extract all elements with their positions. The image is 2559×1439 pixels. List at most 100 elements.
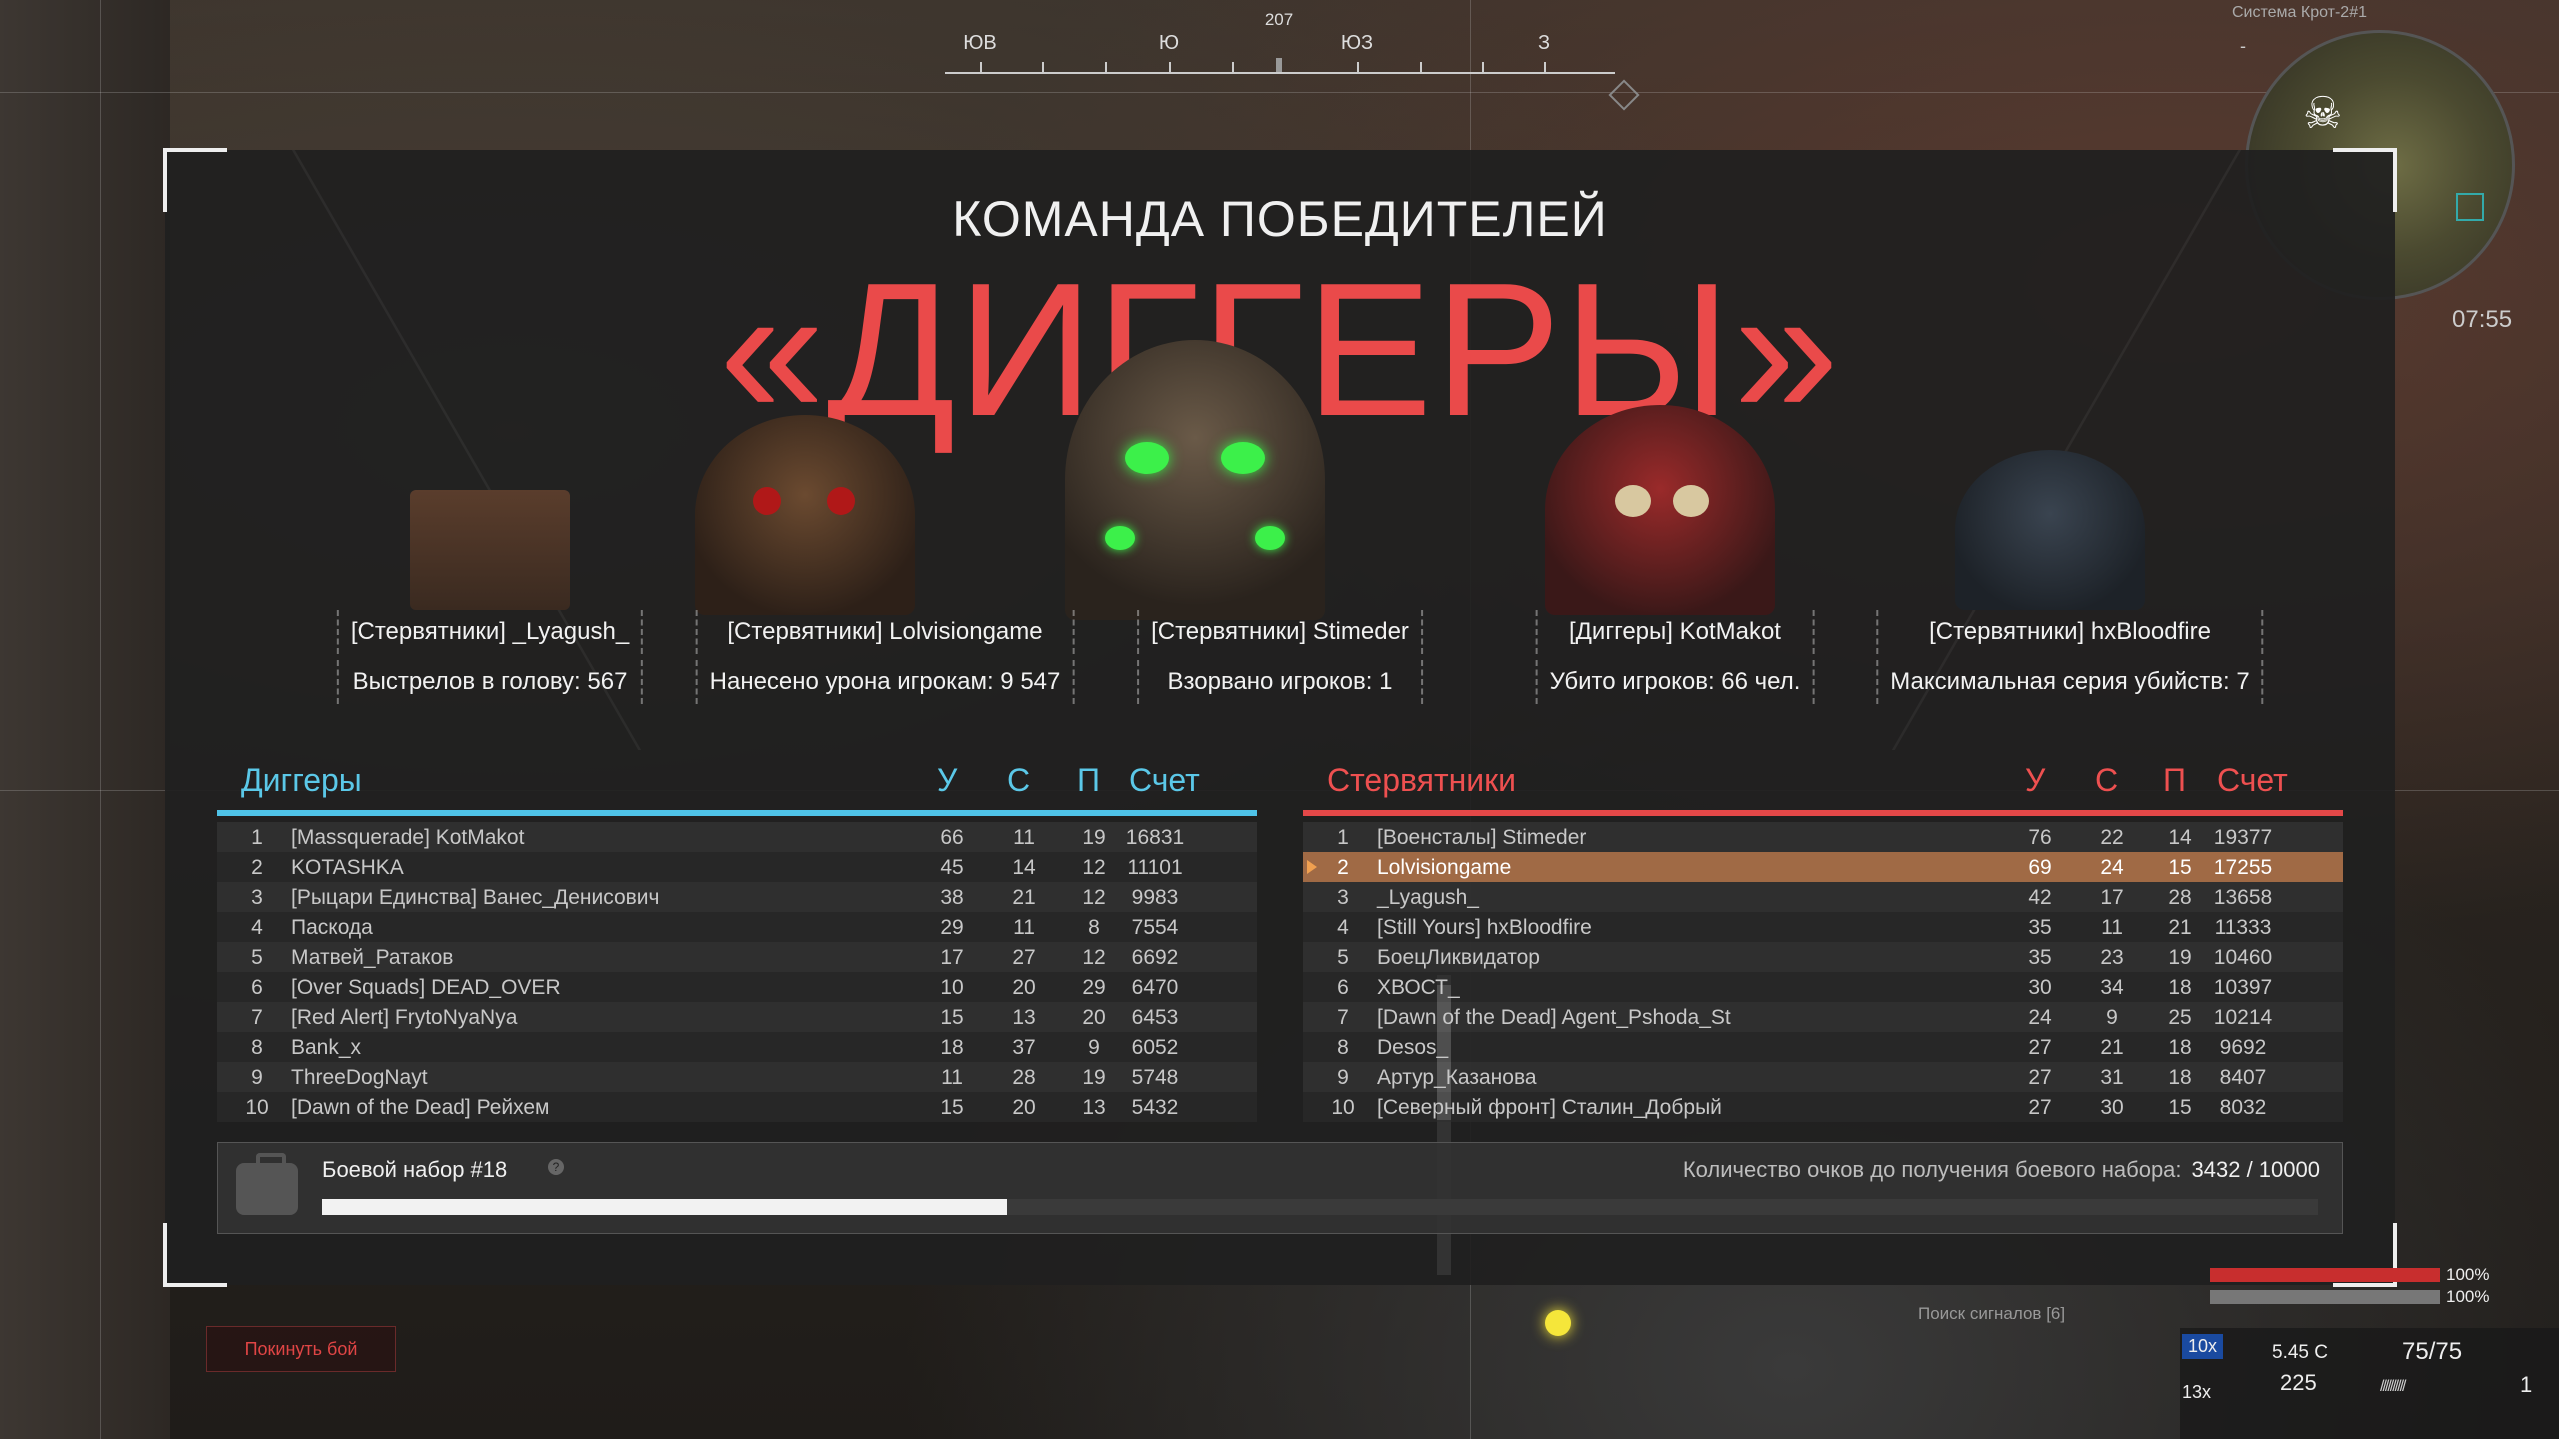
- suit-eye-icon: [1255, 526, 1285, 550]
- player-name: [Dawn of the Dead] Рейхем: [291, 1096, 550, 1119]
- progress-bar-fill: [322, 1199, 1008, 1215]
- team-scoreboard-right: Стервятники У С П Счет 1 [Военсталы] Stim…: [1303, 750, 2343, 1122]
- table-row[interactable]: 10 [Dawn of the Dead] Рейхем 15 20 13 5432: [217, 1092, 1257, 1122]
- battle-pack-requirement-label: Количество очков до получения боевого на…: [1682, 1157, 2182, 1182]
- leave-match-button[interactable]: Покинуть бой: [206, 1326, 396, 1372]
- player-score: 5748: [1131, 1066, 1179, 1089]
- minimap-title: Система Крот-2#1: [2232, 4, 2367, 21]
- team-header: Стервятники У С П Счет: [1303, 750, 2343, 810]
- player-deaths: 27: [1012, 946, 1036, 969]
- table-row[interactable]: 4 [Still Yours] hxBloodfire 35 11 21 11333: [1303, 912, 2343, 942]
- compass-heading: 207: [1264, 10, 1294, 29]
- compass-label: ЮВ: [963, 32, 997, 54]
- player-kills: 27: [2028, 1066, 2052, 1089]
- compass-label: Ю: [1158, 32, 1180, 54]
- compass-line: [945, 72, 1615, 74]
- suit-eye-icon: [1615, 485, 1651, 517]
- background-wall: [0, 0, 170, 1439]
- player-rank: 2: [1337, 856, 1349, 879]
- table-row[interactable]: 3 _Lyagush_ 42 17 28 13658: [1303, 882, 2343, 912]
- table-row[interactable]: 9 Артур_Казанова 27 31 18 8407: [1303, 1062, 2343, 1092]
- ammo-type: 5.45 С: [2272, 1342, 2328, 1363]
- battle-pack-requirement-value: 3432 / 10000: [2191, 1157, 2320, 1182]
- table-row[interactable]: 3 [Рыцари Единства] Ванес_Денисович 38 21 12…: [217, 882, 1257, 912]
- player-kills: 15: [940, 1006, 964, 1029]
- player-rank: 5: [1337, 946, 1349, 969]
- compass: 207 ЮВ Ю ЮЗ З: [945, 10, 1640, 111]
- player-rank: 10: [1331, 1096, 1355, 1119]
- objective-marker-icon: [2456, 193, 2484, 221]
- player-name: [Северный фронт] Сталин_Добрый: [1377, 1096, 1722, 1119]
- info-icon[interactable]: ?: [548, 1159, 564, 1175]
- table-row[interactable]: 10 [Северный фронт] Сталин_Добрый 27 30 15 80…: [1303, 1092, 2343, 1122]
- table-row[interactable]: 7 [Red Alert] FrytoNyaNya 15 13 20 6453: [217, 1002, 1257, 1032]
- table-row[interactable]: 5 Матвей_Ратаков 17 27 12 6692: [217, 942, 1257, 972]
- player-score: 10397: [2213, 976, 2273, 999]
- signal-search-status: Поиск сигналов [6]: [1918, 1304, 2066, 1323]
- column-header-deaths: С: [1007, 762, 1031, 798]
- compass-tick: [1042, 62, 1044, 72]
- award-card: [Стервятники] Stimeder Взорвано игроков:…: [1137, 610, 1423, 704]
- compass-tick: [1482, 62, 1484, 72]
- player-rank: 9: [1337, 1066, 1349, 1089]
- table-row[interactable]: 1 [Massquerade] KotMakot 66 11 19 16831: [217, 822, 1257, 852]
- player-name: Паскода: [291, 916, 373, 939]
- player-kills: 27: [2028, 1036, 2052, 1059]
- table-row[interactable]: 7 [Dawn of the Dead] Agent_Pshoda_St 24 9 25…: [1303, 1002, 2343, 1032]
- player-rank: 7: [251, 1006, 263, 1029]
- player-rank: 7: [1337, 1006, 1349, 1029]
- hud-frame-line: [0, 92, 2559, 93]
- team-scoreboard-left: Диггеры У С П Счет 1 [Massquerade] KotMak…: [217, 750, 1257, 1122]
- player-avatar: [410, 490, 570, 610]
- player-name: [Red Alert] FrytoNyaNya: [291, 1006, 518, 1029]
- player-name: БоецЛиквидатор: [1377, 946, 1540, 969]
- player-deaths: 20: [1012, 976, 1036, 999]
- player-deaths: 14: [1012, 856, 1036, 879]
- player-assists: 14: [2168, 826, 2192, 849]
- player-rank: 8: [1337, 1036, 1349, 1059]
- column-header-kills: У: [2025, 762, 2046, 798]
- player-deaths: 21: [2100, 1036, 2124, 1059]
- scope-badge: 10x: [2182, 1334, 2224, 1359]
- player-deaths: 23: [2100, 946, 2124, 969]
- player-rank: 4: [1337, 916, 1349, 939]
- table-row[interactable]: 2 Lolvisiongame 69 24 15 17255: [1303, 852, 2343, 882]
- health-percent: 100%: [2446, 1265, 2490, 1284]
- compass-label: ЮЗ: [1340, 32, 1374, 54]
- table-row[interactable]: 2 KOTASHKA 45 14 12 11101: [217, 852, 1257, 882]
- player-name: [Still Yours] hxBloodfire: [1377, 916, 1592, 939]
- player-assists: 21: [2168, 916, 2192, 939]
- player-name: KOTASHKA: [291, 856, 404, 879]
- stamina-percent: 100%: [2446, 1287, 2490, 1306]
- player-rank: 6: [1337, 976, 1349, 999]
- player-deaths: 24: [2100, 856, 2124, 879]
- player-score: 11333: [2214, 916, 2272, 939]
- player-name: ThreeDogNayt: [291, 1066, 428, 1089]
- player-assists: 19: [1082, 1066, 1106, 1089]
- minimap-zoom-out-button[interactable]: -: [2240, 36, 2246, 57]
- player-kills: 27: [2028, 1096, 2052, 1119]
- player-avatar: [1545, 405, 1775, 615]
- table-row[interactable]: 5 БоецЛиквидатор 35 23 19 10460: [1303, 942, 2343, 972]
- table-row[interactable]: 8 Desos_ 27 21 18 9692: [1303, 1032, 2343, 1062]
- player-rank: 6: [251, 976, 263, 999]
- player-assists: 9: [1088, 1036, 1100, 1059]
- table-row[interactable]: 4 Паскода 29 11 8 7554: [217, 912, 1257, 942]
- table-row[interactable]: 1 [Военсталы] Stimeder 76 22 14 19377: [1303, 822, 2343, 852]
- battle-pack-requirement: Количество очков до получения боевого на…: [1683, 1157, 2320, 1183]
- player-assists: 18: [2168, 976, 2192, 999]
- table-row[interactable]: 6 ХВОСТ_ 30 34 18 10397: [1303, 972, 2343, 1002]
- player-score: 6470: [1131, 976, 1179, 999]
- compass-tick: [980, 62, 982, 72]
- table-row[interactable]: 9 ThreeDogNayt 11 28 19 5748: [217, 1062, 1257, 1092]
- player-rank: 1: [251, 826, 263, 849]
- grenade-count: 1: [2520, 1372, 2533, 1397]
- award-stat: Нанесено урона игрокам: 9 547: [695, 660, 1075, 704]
- suit-eye-icon: [1221, 442, 1265, 474]
- table-row[interactable]: 8 Bank_x 18 37 9 6052: [217, 1032, 1257, 1062]
- award-player-name: [Стервятники] Lolvisiongame: [695, 610, 1075, 654]
- table-row[interactable]: 6 [Over Squads] DEAD_OVER 10 20 29 6470: [217, 972, 1257, 1002]
- player-avatar: [1065, 340, 1325, 620]
- player-score: 17255: [2213, 856, 2273, 879]
- player-kills: 69: [2028, 856, 2052, 879]
